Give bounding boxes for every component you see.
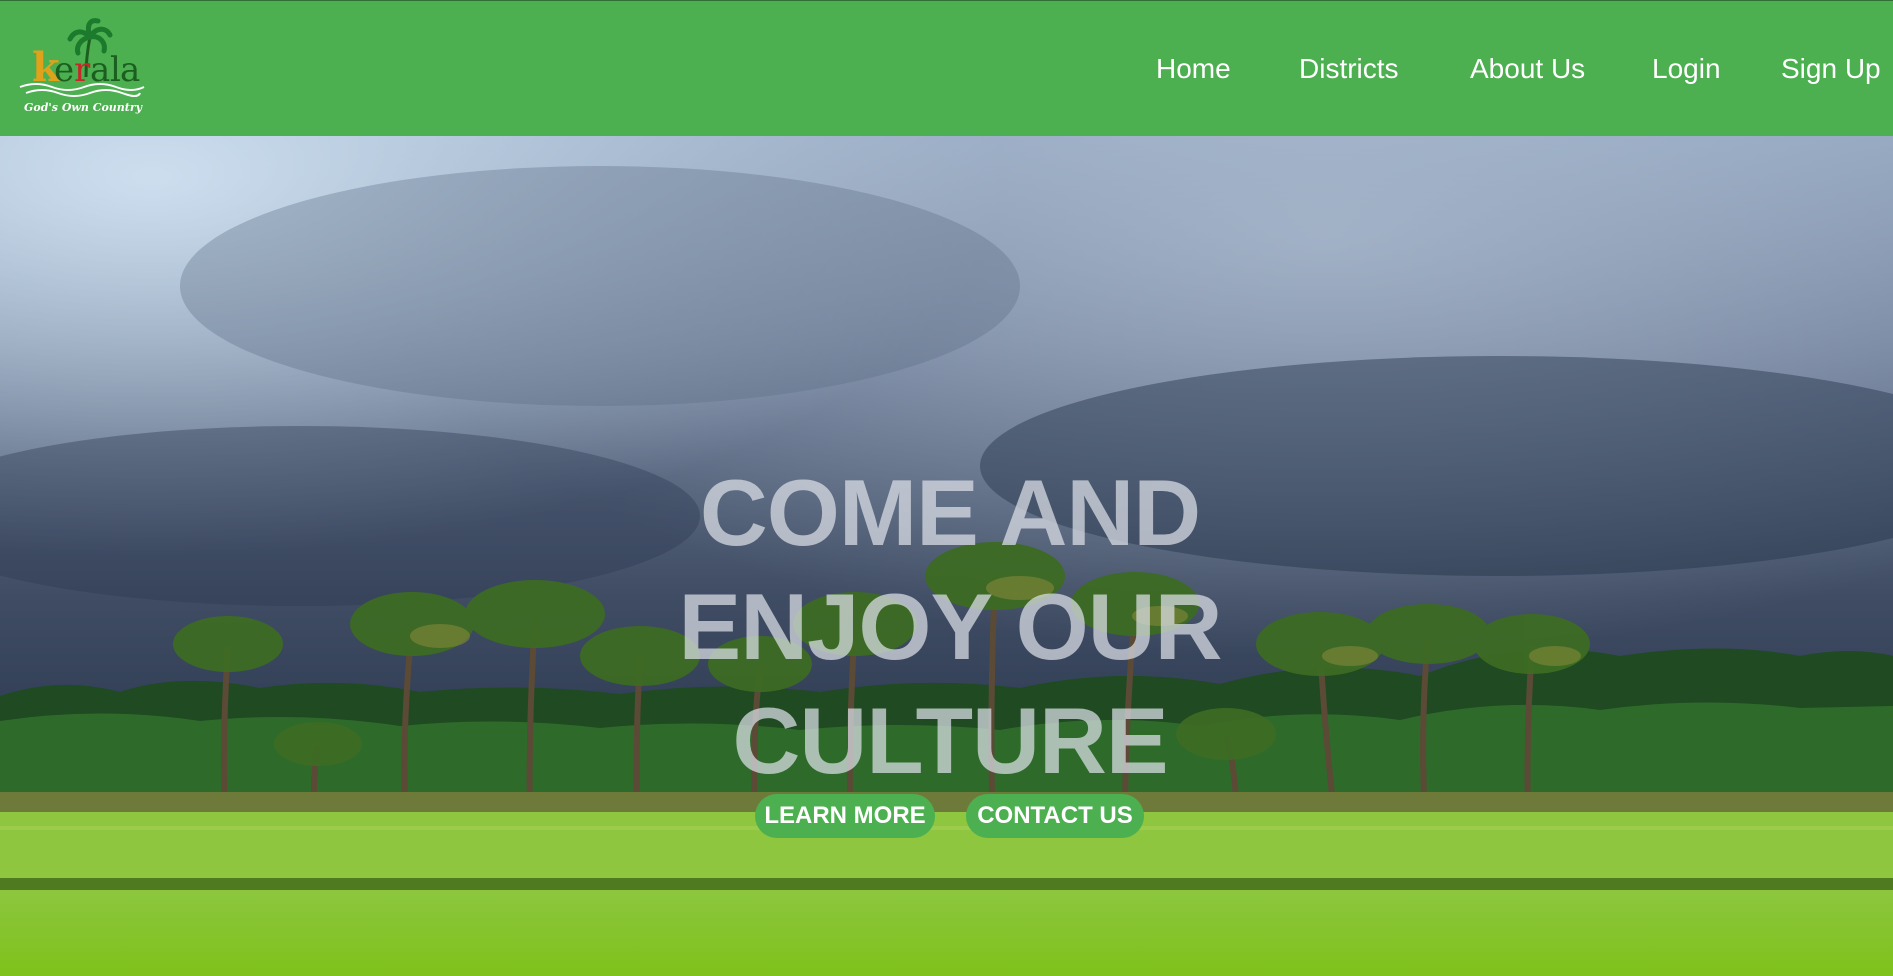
main-nav: Home Districts About Us Login Sign Up — [0, 1, 1893, 137]
nav-home[interactable]: Home — [1156, 53, 1231, 85]
nav-sign-up[interactable]: Sign Up — [1781, 53, 1881, 85]
headline-line-1: COME AND — [699, 460, 1201, 565]
contact-us-button[interactable]: CONTACT US — [966, 794, 1144, 838]
learn-more-button[interactable]: LEARN MORE — [755, 794, 935, 838]
hero-buttons: LEARN MORE CONTACT US — [0, 794, 1893, 840]
nav-districts[interactable]: Districts — [1299, 53, 1399, 85]
top-navbar: k e r a l a God's Own Country Home Distr… — [0, 0, 1893, 136]
hero-section: COME AND ENJOY OUR CULTURE LEARN MORE CO… — [0, 136, 1893, 976]
nav-login[interactable]: Login — [1652, 53, 1721, 85]
headline-line-2: ENJOY OUR — [678, 574, 1223, 679]
headline-line-3: CULTURE — [732, 688, 1168, 793]
hero-headline: COME AND ENJOY OUR CULTURE — [600, 456, 1300, 798]
nav-about-us[interactable]: About Us — [1470, 53, 1585, 85]
